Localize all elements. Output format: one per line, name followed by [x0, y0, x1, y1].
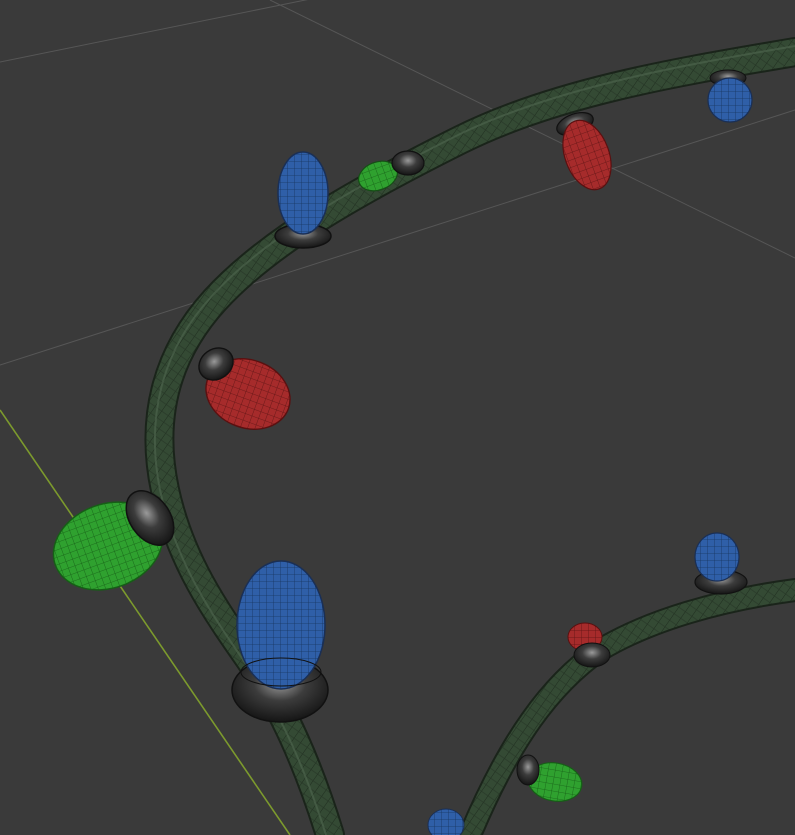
- grid-line: [0, 0, 308, 63]
- grid-line: [0, 109, 795, 366]
- bulb-blue[interactable]: [274, 151, 332, 249]
- bulb-red[interactable]: [193, 341, 300, 440]
- bulb-red[interactable]: [554, 108, 620, 196]
- bulb-blue[interactable]: [427, 808, 465, 835]
- 3d-viewport[interactable]: [0, 0, 795, 835]
- wire-main: [144, 37, 795, 835]
- scene-canvas[interactable]: [0, 0, 795, 835]
- bulb-blue[interactable]: [231, 560, 329, 723]
- bulb-blue[interactable]: [707, 69, 753, 123]
- grid-line: [269, 0, 795, 259]
- wire-lower: [458, 578, 795, 835]
- bulb-green[interactable]: [516, 754, 585, 805]
- bulb-blue[interactable]: [694, 532, 748, 595]
